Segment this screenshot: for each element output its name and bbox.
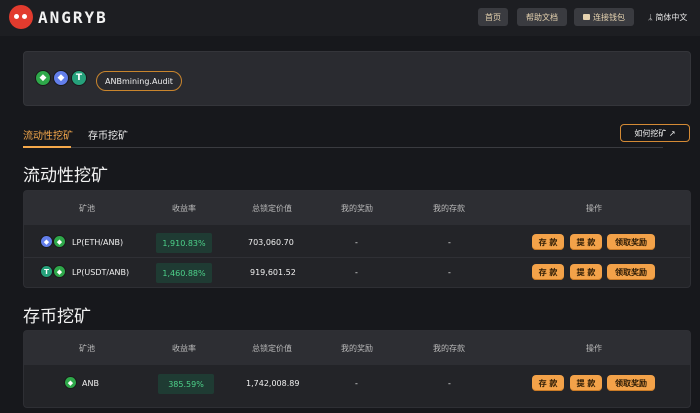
liquidity-section-title: 流动性挖矿: [23, 166, 108, 186]
deposit-value: -: [448, 238, 451, 247]
deposit-value: -: [448, 379, 451, 388]
tvl-value: 703,060.70: [248, 238, 294, 247]
audit-panel: ◆ ◆ T ANBmining.Audit: [23, 51, 691, 106]
anb-coin-icon: ◆: [35, 70, 51, 86]
col-action: 操作: [586, 344, 602, 353]
reward-value: -: [355, 379, 358, 388]
col-tvl: 总锁定价值: [252, 204, 292, 213]
usdt-coin-icon: T: [71, 70, 87, 86]
anb-coin-icon: ◆: [53, 265, 66, 278]
withdraw-button[interactable]: 提 款: [570, 264, 602, 280]
col-reward: 我的奖励: [341, 204, 373, 213]
col-pool: 矿池: [79, 344, 95, 353]
col-action: 操作: [586, 204, 602, 213]
col-apy: 收益率: [172, 344, 196, 353]
wallet-icon: [583, 14, 590, 20]
staking-table: 矿池 收益率 总锁定价值 我的奖励 我的存款 操作 ◆ ANB 385.59% …: [23, 330, 691, 408]
pool-name: LP(USDT/ANB): [72, 268, 130, 277]
col-pool: 矿池: [79, 204, 95, 213]
table-header: 矿池 收益率 总锁定价值 我的奖励 我的存款 操作: [24, 331, 690, 365]
anb-coin-icon: ◆: [53, 235, 66, 248]
top-header: ANGRYB 首页 帮助文档 连接钱包 ᛦ 简体中文: [0, 0, 700, 36]
claim-reward-button[interactable]: 领取奖励: [607, 234, 655, 250]
deposit-value: -: [448, 268, 451, 277]
apy-value: 385.59%: [158, 374, 214, 394]
reward-value: -: [355, 268, 358, 277]
brand-name: ANGRYB: [38, 8, 108, 27]
apy-value: 1,460.88%: [156, 263, 212, 283]
usdt-coin-icon: T: [40, 265, 53, 278]
col-tvl: 总锁定价值: [252, 344, 292, 353]
col-deposit: 我的存款: [433, 204, 465, 213]
tab-divider: [23, 147, 663, 148]
tvl-value: 1,742,008.89: [246, 379, 300, 388]
table-row: ◆ ◆ LP(ETH/ANB) 1,910.83% 703,060.70 - -…: [24, 230, 690, 256]
staking-section-title: 存币挖矿: [23, 307, 91, 327]
tvl-value: 919,601.52: [250, 268, 296, 277]
claim-reward-button[interactable]: 领取奖励: [607, 375, 655, 391]
audit-badge[interactable]: ANBmining.Audit: [96, 71, 182, 91]
table-row: T ◆ LP(USDT/ANB) 1,460.88% 919,601.52 - …: [24, 260, 690, 286]
nav-docs-button[interactable]: 帮助文档: [517, 8, 567, 26]
reward-value: -: [355, 238, 358, 247]
deposit-button[interactable]: 存 款: [532, 264, 564, 280]
apy-value: 1,910.83%: [156, 233, 212, 253]
table-header: 矿池 收益率 总锁定价值 我的奖励 我的存款 操作: [24, 191, 690, 225]
table-row: ◆ ANB 385.59% 1,742,008.89 - - 存 款 提 款 领…: [24, 371, 690, 397]
row-divider: [24, 257, 690, 258]
eth-coin-icon: ◆: [40, 235, 53, 248]
deposit-button[interactable]: 存 款: [532, 234, 564, 250]
angry-bird-logo: [9, 5, 33, 29]
deposit-button[interactable]: 存 款: [532, 375, 564, 391]
connect-wallet-label: 连接钱包: [593, 12, 625, 22]
col-apy: 收益率: [172, 204, 196, 213]
claim-reward-button[interactable]: 领取奖励: [607, 264, 655, 280]
eth-coin-icon: ◆: [53, 70, 69, 86]
how-to-mine-button[interactable]: 如何挖矿 ↗: [620, 124, 690, 142]
col-deposit: 我的存款: [433, 344, 465, 353]
pool-name: ANB: [82, 379, 99, 388]
liquidity-table: 矿池 收益率 总锁定价值 我的奖励 我的存款 操作 ◆ ◆ LP(ETH/ANB…: [23, 190, 691, 288]
withdraw-button[interactable]: 提 款: [570, 234, 602, 250]
active-tab-indicator: [23, 146, 71, 148]
pool-name: LP(ETH/ANB): [72, 238, 124, 247]
withdraw-button[interactable]: 提 款: [570, 375, 602, 391]
connect-wallet-button[interactable]: 连接钱包: [574, 8, 634, 26]
nav-home-button[interactable]: 首页: [478, 8, 508, 26]
anb-coin-icon: ◆: [64, 376, 77, 389]
language-switcher[interactable]: ᛦ 简体中文: [648, 12, 687, 23]
tab-liquidity-mining[interactable]: 流动性挖矿: [23, 127, 73, 142]
tab-deposit-mining[interactable]: 存币挖矿: [88, 127, 128, 142]
col-reward: 我的奖励: [341, 344, 373, 353]
